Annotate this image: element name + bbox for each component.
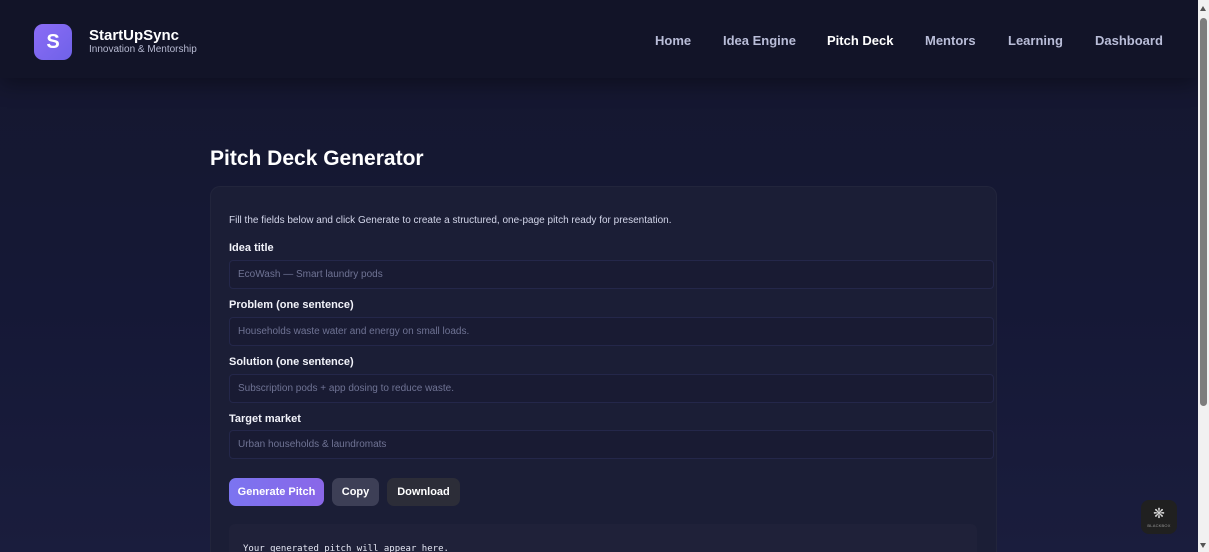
- problem-label: Problem (one sentence): [229, 299, 354, 311]
- copy-button[interactable]: Copy: [332, 478, 379, 506]
- idea-title-input[interactable]: [229, 260, 994, 289]
- solution-input[interactable]: [229, 374, 994, 403]
- nav-home[interactable]: Home: [655, 33, 691, 48]
- main-nav: Home Idea Engine Pitch Deck Mentors Lear…: [0, 33, 1198, 49]
- target-market-input[interactable]: [229, 430, 994, 459]
- blackbox-widget-button[interactable]: ❋ BLACKBOX: [1141, 500, 1177, 534]
- scrollbar-thumb[interactable]: [1200, 18, 1207, 406]
- nav-idea-engine[interactable]: Idea Engine: [723, 33, 796, 48]
- page-title: Pitch Deck Generator: [210, 147, 424, 170]
- download-button[interactable]: Download: [387, 478, 460, 506]
- scroll-up-arrow-icon[interactable]: [1200, 6, 1206, 11]
- page-scrollbar[interactable]: [1198, 0, 1209, 552]
- solution-label: Solution (one sentence): [229, 356, 354, 368]
- top-navigation-bar: S StartUpSync Innovation & Mentorship Ho…: [0, 0, 1198, 78]
- blackbox-logo-icon: ❋: [1153, 505, 1165, 521]
- blackbox-widget-label: BLACKBOX: [1147, 523, 1171, 528]
- problem-input[interactable]: [229, 317, 994, 346]
- pitch-output-text: Your generated pitch will appear here.: [243, 544, 449, 552]
- nav-dashboard[interactable]: Dashboard: [1095, 33, 1163, 48]
- scroll-down-arrow-icon[interactable]: [1200, 543, 1206, 548]
- idea-title-label: Idea title: [229, 242, 274, 254]
- nav-learning[interactable]: Learning: [1008, 33, 1063, 48]
- pitch-form-card: [210, 186, 997, 552]
- form-intro-text: Fill the fields below and click Generate…: [229, 215, 672, 226]
- generate-pitch-button[interactable]: Generate Pitch: [229, 478, 324, 506]
- nav-pitch-deck[interactable]: Pitch Deck: [827, 33, 893, 48]
- target-market-label: Target market: [229, 413, 301, 425]
- nav-mentors[interactable]: Mentors: [925, 33, 976, 48]
